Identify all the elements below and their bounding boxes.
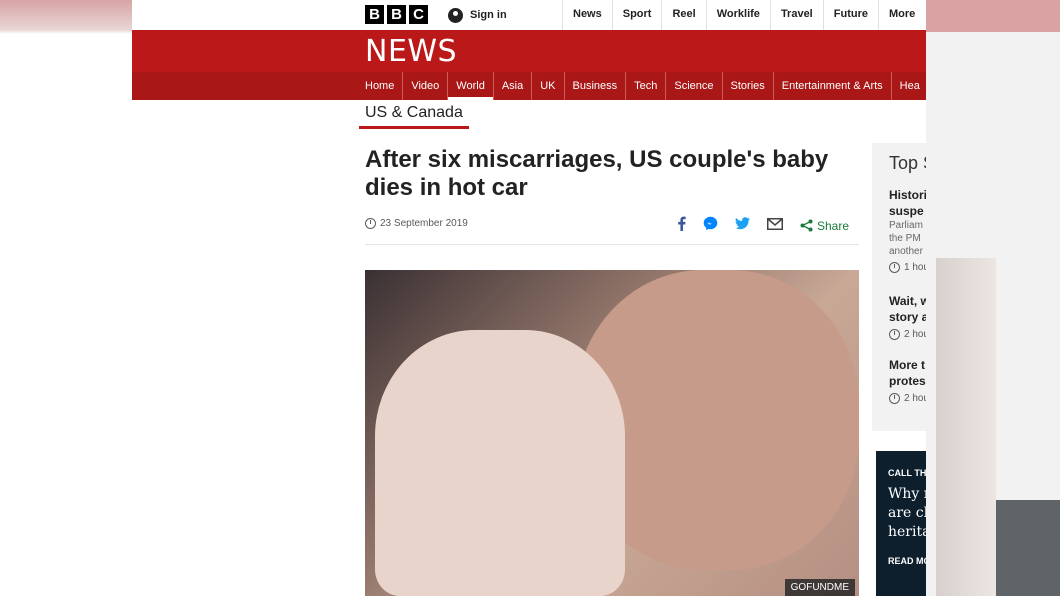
background-right [926,0,1060,596]
bbc-logo[interactable]: B B C [365,5,428,24]
news-bar: NEWS [132,30,926,72]
clock-icon [889,393,900,404]
time-text: 1 hou [904,262,926,273]
top-story-title[interactable]: Histori suspe [889,187,926,219]
top-nav-travel[interactable]: Travel [769,0,823,30]
photo-subject [375,330,625,596]
bbc-news-page: B B C Sign in News Sport Reel Worklife T… [132,0,926,596]
top-nav-more[interactable]: More [877,0,925,30]
sign-in-link[interactable]: Sign in [448,0,507,30]
top-story-time: 2 hou [889,393,926,404]
section-nav-item[interactable]: Science [665,72,721,100]
top-nav-sport[interactable]: Sport [611,0,662,30]
section-nav-item[interactable]: Asia [492,72,531,100]
top-nav-future[interactable]: Future [822,0,878,30]
email-icon[interactable] [766,217,783,234]
section-nav-item[interactable]: Stories [721,72,773,100]
article-headline: After six miscarriages, US couple's baby… [365,146,829,201]
top-story-title[interactable]: More t protes [889,357,926,389]
time-text: 2 hou [904,393,926,404]
section-nav-item[interactable]: Entertainment & Arts [772,72,891,100]
top-story-item[interactable]: Histori suspe Parliam the PM another 1 h… [889,187,926,273]
subsection-title[interactable]: US & Canada [359,100,469,129]
share-button[interactable]: Share [800,219,849,233]
article-meta: 23 September 2019 Share [365,212,859,245]
background-blur [926,0,1060,32]
background-blur [936,258,996,596]
section-nav-item[interactable]: World [447,72,493,100]
masthead: B B C Sign in News Sport Reel Worklife T… [132,0,926,31]
date-text: 23 September 2019 [380,218,468,229]
promo-cta[interactable]: READ MO [888,556,926,566]
clock-icon [889,329,900,340]
section-nav-item[interactable]: Tech [625,72,665,100]
sign-in-label: Sign in [470,9,507,21]
top-stories-panel: Top S Histori suspe Parliam the PM anoth… [872,143,926,431]
twitter-icon[interactable] [735,217,750,234]
photo-credit: GOFUNDME [784,579,855,596]
top-nav-reel[interactable]: Reel [661,0,705,30]
article-date: 23 September 2019 [365,218,468,229]
top-nav: News Sport Reel Worklife Travel Future M… [562,0,925,30]
top-story-time: 1 hou [889,262,926,273]
news-logo[interactable]: NEWS [365,34,457,69]
promo-kicker: CALL TH [888,468,926,478]
clock-icon [889,262,900,273]
share-tools: Share [677,216,849,235]
top-story-summary: Parliam the PM another [889,220,923,257]
top-story-title[interactable]: Wait, w story a [889,293,926,325]
article-photo: GOFUNDME [365,270,859,596]
top-stories-title: Top S [889,153,926,173]
logo-letter: B [365,5,384,24]
promo-text: Why m are ch herita [888,486,926,540]
promo-card[interactable]: CALL TH Why m are ch herita READ MO [876,451,926,596]
top-story-item[interactable]: More t protes 2 hou [889,357,926,404]
section-nav-item[interactable]: UK [531,72,563,100]
section-nav-item[interactable]: Business [563,72,626,100]
facebook-icon[interactable] [677,216,686,235]
section-nav: Home Video World Asia UK Business Tech S… [132,72,926,100]
section-nav-item[interactable]: Hea [890,72,926,100]
top-story-item[interactable]: Wait, w story a 2 hou [889,293,926,340]
share-icon [800,219,813,232]
top-nav-news[interactable]: News [562,0,612,30]
messenger-icon[interactable] [703,216,718,235]
time-text: 2 hou [904,329,926,340]
top-nav-worklife[interactable]: Worklife [705,0,770,30]
user-icon [448,7,463,23]
clock-icon [365,218,376,229]
share-label: Share [816,218,849,233]
top-story-time: 2 hou [889,329,926,340]
logo-letter: B [387,5,406,24]
background-left [0,0,132,596]
logo-letter: C [409,5,428,24]
section-nav-item[interactable]: Home [357,72,402,100]
section-nav-items: Home Video World Asia UK Business Tech S… [357,72,926,100]
background-blur [996,500,1060,596]
section-nav-item[interactable]: Video [402,72,447,100]
